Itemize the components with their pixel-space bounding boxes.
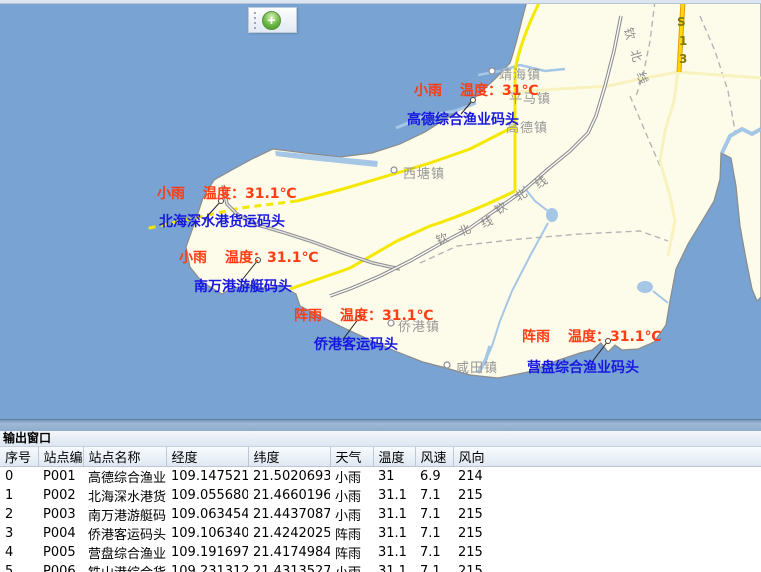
- svg-text:3: 3: [679, 52, 687, 66]
- map-layers: 钦北线 钦北线 钦北线 S 1 3: [0, 4, 761, 419]
- table-row[interactable]: 3 P004 侨港客运码头 109.106340801095 21.424202…: [0, 524, 761, 543]
- col-header-longitude[interactable]: 经度: [166, 447, 248, 467]
- cell-weather: 阵雨: [330, 524, 373, 543]
- cell-temp: 31.1: [373, 486, 415, 505]
- svg-text:1: 1: [679, 34, 687, 48]
- table-row[interactable]: 1 P002 北海深水港货运码头 109.055680231721 21.466…: [0, 486, 761, 505]
- cell-index: 4: [0, 543, 38, 562]
- cell-longitude: 109.055680231721: [166, 486, 248, 505]
- cell-name: 铁山港综合货运码头: [83, 562, 166, 572]
- cell-name: 北海深水港货运码头: [83, 486, 166, 505]
- cell-latitude: 21.4660196505596: [248, 486, 330, 505]
- output-panel-title: 输出窗口: [0, 431, 761, 447]
- col-header-temp[interactable]: 温度: [373, 447, 415, 467]
- cell-station-id: P002: [38, 486, 83, 505]
- cell-name: 南万港游艇码头: [83, 505, 166, 524]
- cell-station-id: P003: [38, 505, 83, 524]
- cell-index: 3: [0, 524, 38, 543]
- col-header-latitude[interactable]: 纬度: [248, 447, 330, 467]
- table-row[interactable]: 0 P001 高德综合渔业码头 109.147521524769 21.5020…: [0, 467, 761, 487]
- cell-latitude: 21.4174984409359: [248, 543, 330, 562]
- panel-splitter[interactable]: [0, 419, 761, 431]
- cell-weather: 小雨: [330, 467, 373, 487]
- col-header-weather[interactable]: 天气: [330, 447, 373, 467]
- map-mini-toolbar[interactable]: +: [248, 7, 297, 33]
- svg-text:S: S: [677, 15, 686, 29]
- col-header-windspeed[interactable]: 风速: [415, 447, 453, 467]
- cell-station-id: P006: [38, 562, 83, 572]
- cell-winddir: 215: [453, 524, 761, 543]
- cell-latitude: 21.4313527002203: [248, 562, 330, 572]
- col-header-station-id[interactable]: 站点编号: [38, 447, 83, 467]
- col-header-name[interactable]: 站点名称: [83, 447, 166, 467]
- cell-name: 侨港客运码头: [83, 524, 166, 543]
- cell-index: 5: [0, 562, 38, 572]
- cell-winddir: 215: [453, 486, 761, 505]
- stations-table: 序号 站点编号 站点名称 经度 纬度 天气 温度 风速 风向 0 P001 高德…: [0, 447, 761, 572]
- cell-windspeed: 7.1: [415, 486, 453, 505]
- add-station-button[interactable]: +: [262, 11, 281, 30]
- cell-index: 0: [0, 467, 38, 487]
- toolbar-grip-handle[interactable]: [251, 11, 258, 29]
- cell-latitude: 21.4437087109011: [248, 505, 330, 524]
- cell-temp: 31.1: [373, 562, 415, 572]
- col-header-index[interactable]: 序号: [0, 447, 38, 467]
- cell-longitude: 109.063454555683: [166, 505, 248, 524]
- table-header-row: 序号 站点编号 站点名称 经度 纬度 天气 温度 风速 风向: [0, 447, 761, 467]
- cell-station-id: P001: [38, 467, 83, 487]
- cell-station-id: P005: [38, 543, 83, 562]
- cell-windspeed: 6.9: [415, 467, 453, 487]
- cell-longitude: 109.191697440519: [166, 543, 248, 562]
- cell-weather: 阵雨: [330, 543, 373, 562]
- cell-name: 营盘综合渔业码头: [83, 543, 166, 562]
- cell-temp: 31.1: [373, 524, 415, 543]
- cell-winddir: 215: [453, 562, 761, 572]
- cell-longitude: 109.106340801095: [166, 524, 248, 543]
- cell-windspeed: 7.1: [415, 524, 453, 543]
- cell-name: 高德综合渔业码头: [83, 467, 166, 487]
- gis-application-window: 钦北线 钦北线 钦北线 S 1 3: [0, 0, 761, 572]
- cell-longitude: 109.231312452397: [166, 562, 248, 572]
- cell-station-id: P004: [38, 524, 83, 543]
- cell-temp: 31: [373, 467, 415, 487]
- cell-windspeed: 7.1: [415, 562, 453, 572]
- cell-winddir: 215: [453, 543, 761, 562]
- table-row[interactable]: 5 P006 铁山港综合货运码头 109.231312452397 21.431…: [0, 562, 761, 572]
- map-canvas[interactable]: 钦北线 钦北线 钦北线 S 1 3: [0, 4, 761, 419]
- cell-temp: 31.1: [373, 543, 415, 562]
- cell-windspeed: 7.1: [415, 505, 453, 524]
- cell-index: 2: [0, 505, 38, 524]
- cell-longitude: 109.147521524769: [166, 467, 248, 487]
- cell-latitude: 21.5020693970949: [248, 467, 330, 487]
- cell-latitude: 21.4242025395549: [248, 524, 330, 543]
- cell-temp: 31.1: [373, 505, 415, 524]
- cell-weather: 小雨: [330, 486, 373, 505]
- cell-weather: 小雨: [330, 562, 373, 572]
- cell-winddir: 215: [453, 505, 761, 524]
- table-row[interactable]: 2 P003 南万港游艇码头 109.063454555683 21.44370…: [0, 505, 761, 524]
- table-row[interactable]: 4 P005 营盘综合渔业码头 109.191697440519 21.4174…: [0, 543, 761, 562]
- cell-winddir: 214: [453, 467, 761, 487]
- col-header-winddir[interactable]: 风向: [453, 447, 761, 467]
- cell-windspeed: 7.1: [415, 543, 453, 562]
- cell-index: 1: [0, 486, 38, 505]
- cell-weather: 小雨: [330, 505, 373, 524]
